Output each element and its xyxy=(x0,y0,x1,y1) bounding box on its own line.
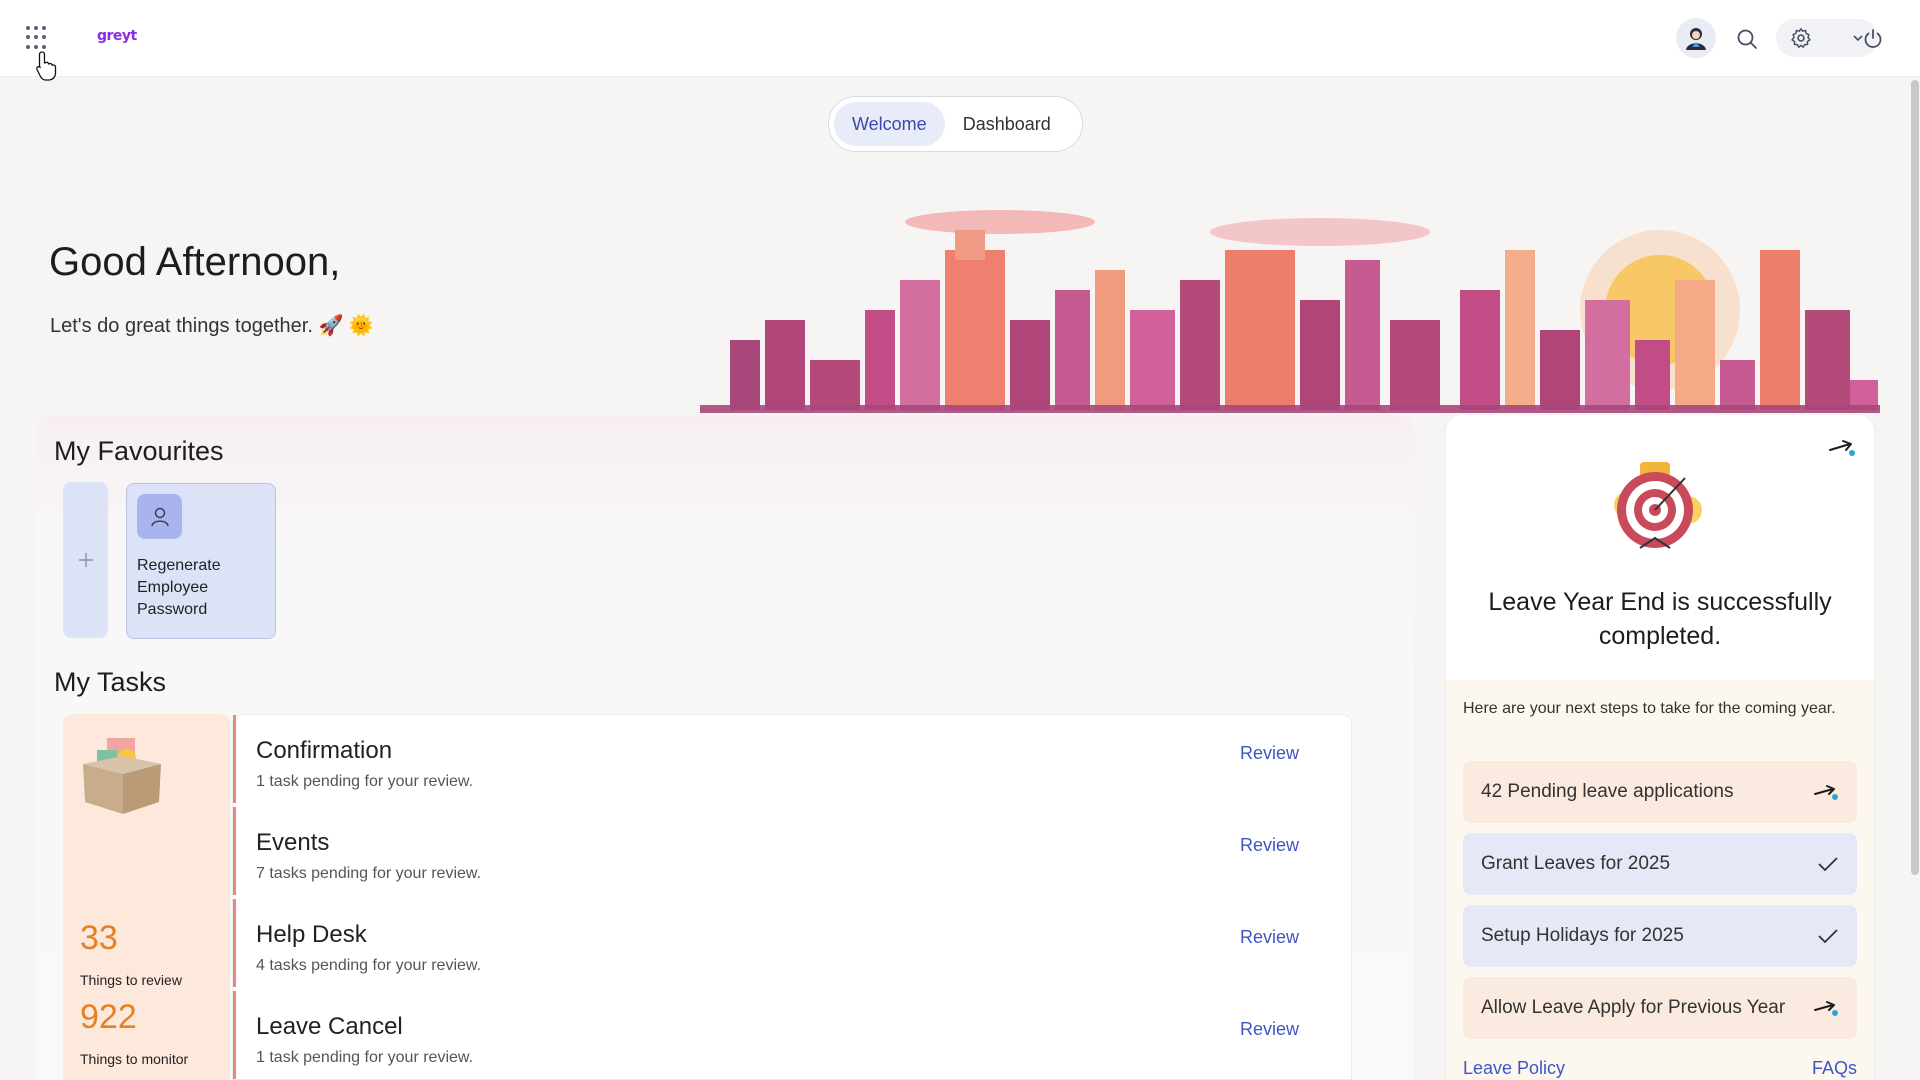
search-icon xyxy=(1737,29,1757,49)
tab-welcome[interactable]: Welcome xyxy=(834,102,945,146)
tab-dashboard[interactable]: Dashboard xyxy=(945,102,1069,146)
task-subtitle: 1 task pending for your review. xyxy=(256,773,474,790)
step-label: 42 Pending leave applications xyxy=(1481,781,1734,802)
review-link[interactable]: Review xyxy=(1240,927,1299,948)
faqs-link[interactable]: FAQs xyxy=(1812,1058,1857,1079)
monitor-label: Things to monitor xyxy=(80,1051,189,1067)
user-icon xyxy=(137,494,182,539)
favourite-card-label: Regenerate Employee Password xyxy=(137,557,221,618)
target-trophy-icon xyxy=(1614,462,1702,549)
leave-policy-link[interactable]: Leave Policy xyxy=(1463,1058,1565,1079)
avatar-icon xyxy=(1686,28,1706,50)
greeting-subtitle: Let's do great things together. 🚀 🌞 xyxy=(50,315,374,337)
task-item-leave-cancel: Leave Cancel 1 task pending for your rev… xyxy=(233,991,1353,1079)
city-skyline-illustration xyxy=(700,210,1880,413)
top-bar: greyt xyxy=(0,0,1920,77)
step-label: Setup Holidays for 2025 xyxy=(1481,925,1684,946)
box-illustration-icon xyxy=(83,738,161,814)
plus-icon xyxy=(78,553,93,567)
step-allow-leave-apply[interactable]: Allow Leave Apply for Previous Year xyxy=(1463,977,1857,1039)
task-title: Leave Cancel xyxy=(256,1013,403,1040)
review-count: 33 xyxy=(80,919,118,957)
greeting-title: Good Afternoon, xyxy=(49,240,341,284)
review-link[interactable]: Review xyxy=(1240,743,1299,764)
tasks-title: My Tasks xyxy=(54,667,167,697)
task-item-events: Events 7 tasks pending for your review. … xyxy=(233,807,1353,895)
step-label: Allow Leave Apply for Previous Year xyxy=(1481,997,1786,1018)
hand-cursor-icon xyxy=(36,51,57,81)
task-title: Help Desk xyxy=(256,921,367,948)
avatar[interactable] xyxy=(1676,18,1716,58)
task-item-help-desk: Help Desk 4 tasks pending for your revie… xyxy=(233,899,1353,987)
power-icon xyxy=(1864,29,1882,48)
task-title: Confirmation xyxy=(256,737,393,764)
tasks-list: Confirmation 1 task pending for your rev… xyxy=(232,714,1352,1080)
arrow-right-icon xyxy=(1814,785,1838,800)
apps-grid-icon[interactable] xyxy=(26,26,50,50)
task-subtitle: 7 tasks pending for your review. xyxy=(256,865,482,882)
gear-icon xyxy=(1791,28,1811,48)
task-title: Events xyxy=(256,829,330,856)
page-scrollbar[interactable] xyxy=(1911,80,1919,875)
view-tabs: Welcome Dashboard xyxy=(828,96,1083,152)
leave-card-title: Leave Year End is successfully completed… xyxy=(1488,588,1832,650)
favourites-title: My Favourites xyxy=(54,436,224,466)
search-button[interactable] xyxy=(1734,26,1760,52)
monitor-count: 922 xyxy=(80,998,137,1036)
next-steps-intro: Here are your next steps to take for the… xyxy=(1463,700,1836,717)
review-label: Things to review xyxy=(80,972,182,988)
task-subtitle: 1 task pending for your review. xyxy=(256,1049,474,1066)
checkmark-icon xyxy=(1818,929,1838,944)
task-item-confirmation: Confirmation 1 task pending for your rev… xyxy=(233,715,1353,803)
step-grant-leaves[interactable]: Grant Leaves for 2025 xyxy=(1463,833,1857,895)
arrow-right-icon xyxy=(1814,1001,1838,1016)
logout-button[interactable] xyxy=(1860,26,1886,52)
company-logo[interactable]: greyt xyxy=(97,28,137,44)
tasks-summary: 33 Things to review 922 Things to monito… xyxy=(63,714,230,1080)
add-favourite-button[interactable] xyxy=(63,482,108,638)
step-pending-leave-applications[interactable]: 42 Pending leave applications xyxy=(1463,761,1857,823)
step-label: Grant Leaves for 2025 xyxy=(1481,853,1671,874)
checkmark-icon xyxy=(1818,857,1838,872)
task-subtitle: 4 tasks pending for your review. xyxy=(256,957,482,974)
step-setup-holidays[interactable]: Setup Holidays for 2025 xyxy=(1463,905,1857,967)
review-link[interactable]: Review xyxy=(1240,835,1299,856)
arrow-right-icon[interactable] xyxy=(1828,438,1856,458)
favourite-card[interactable]: Regenerate Employee Password xyxy=(126,483,276,639)
review-link[interactable]: Review xyxy=(1240,1019,1299,1040)
